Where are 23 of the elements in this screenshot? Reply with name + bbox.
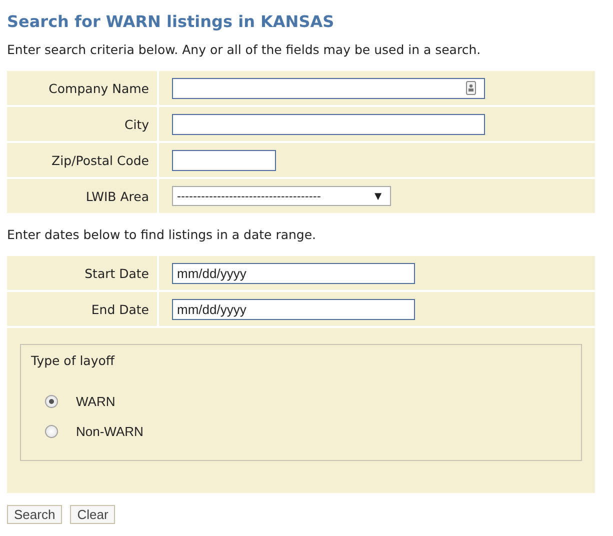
field-label: LWIB Area [7,179,159,213]
field-label: City [7,107,159,141]
radio-button[interactable] [45,394,58,408]
page-title: Search for WARN listings in KANSAS [7,12,336,31]
clear-button[interactable]: Clear [70,505,116,524]
date-field[interactable]: mm/dd/yyyy [172,262,415,284]
dates-instructions: Enter dates below to find listings in a date range. [7,227,318,242]
lwib-select[interactable]: ------------------------------------ ▼ [172,186,391,206]
contact-card-icon [466,81,476,95]
input-field[interactable] [172,150,276,170]
radio-button[interactable] [45,424,58,438]
radio-label: WARN [76,394,116,408]
search-button[interactable]: Search [7,505,62,524]
field-label: Company Name [7,71,159,105]
fieldset-legend: Type of layoff [31,353,571,368]
field-label: End Date [7,292,159,326]
input-field[interactable] [172,78,485,98]
radio-label: Non-WARN [76,424,144,438]
date-field[interactable]: mm/dd/yyyy [172,298,415,320]
field-label: Zip/Postal Code [7,143,159,177]
instructions-text: Enter search criteria below. Any or all of the fields may be used in a search. [7,42,482,57]
input-field[interactable] [172,114,485,134]
field-label: Start Date [7,256,159,290]
